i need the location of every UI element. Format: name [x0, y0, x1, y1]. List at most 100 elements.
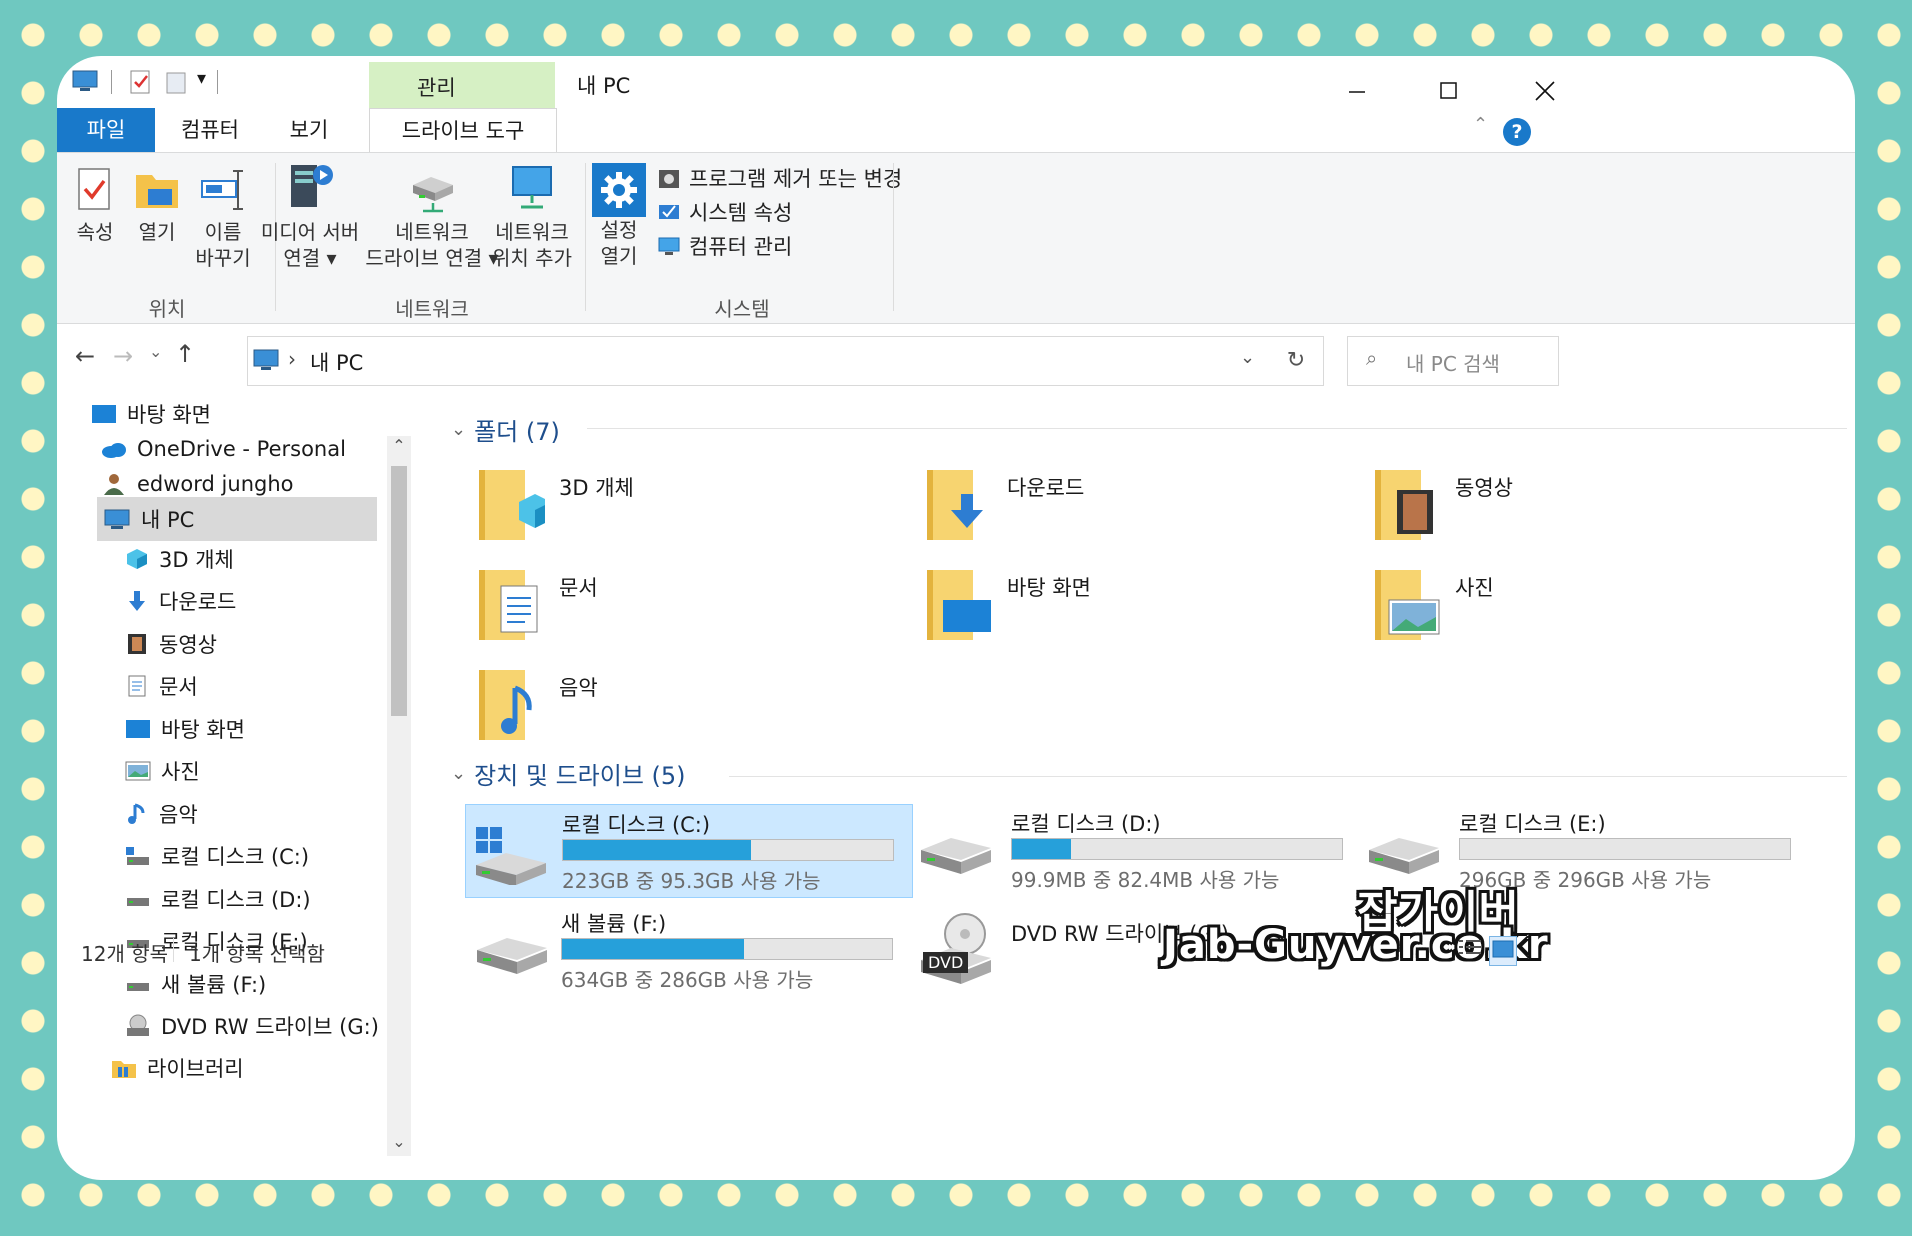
ribbon-system-properties-button[interactable]: 시스템 속성 [657, 197, 792, 227]
nav-item-desktop-pinned[interactable]: 바탕 화면 [91, 394, 391, 434]
status-item-count: 12개 항목 [81, 942, 169, 966]
nav-item-this-pc[interactable]: 내 PC [97, 497, 377, 541]
folder-3d-objects[interactable]: 3D 개체 [475, 464, 895, 554]
nav-item-drive-c[interactable]: 로컬 디스크 (C:) [125, 836, 425, 876]
drive-f-tile[interactable]: 새 볼륨 (F:) 634GB 중 286GB 사용 가능 [465, 904, 911, 996]
this-pc-address-icon [253, 349, 279, 370]
system-drive-icon [476, 827, 546, 885]
file-explorer-window: ▾ 관리 내 PC 파일 컴퓨터 보기 드라이브 도구 ⌃ ? 속성 열기 이름… [57, 56, 1855, 1180]
ribbon-open-settings-button[interactable]: 설정 열기 [589, 163, 649, 269]
drive-c-tile[interactable]: 로컬 디스크 (C:) 223GB 중 95.3GB 사용 가능 [465, 804, 913, 898]
tab-view[interactable]: 보기 [269, 108, 349, 152]
folder-music[interactable]: 음악 [475, 664, 895, 754]
collapse-ribbon-icon[interactable]: ⌃ [1473, 114, 1488, 135]
back-arrow-icon[interactable]: ← [75, 342, 95, 370]
drive-icon [127, 983, 149, 991]
onedrive-cloud-icon [102, 443, 126, 458]
drives-group-header[interactable]: ⌄ 장치 및 드라이브 (5) [451, 756, 686, 791]
minimize-button[interactable] [1317, 66, 1397, 116]
system-drive-icon [126, 847, 149, 865]
download-icon [129, 591, 145, 611]
nav-item-drive-d[interactable]: 로컬 디스크 (D:) [125, 879, 425, 919]
folder-documents[interactable]: 문서 [475, 564, 895, 654]
ribbon-properties-button[interactable]: 속성 [69, 167, 121, 245]
nav-item-dvd-g[interactable]: DVD RW 드라이브 (G:) [125, 1006, 425, 1046]
drive-d-tile[interactable]: 로컬 디스크 (D:) 99.9MB 중 82.4MB 사용 가능 [915, 804, 1361, 896]
maximize-button[interactable] [1409, 66, 1489, 116]
drive-e-usage-bar [1459, 838, 1791, 860]
breadcrumb[interactable]: 내 PC [310, 347, 363, 377]
details-view-icon[interactable] [1457, 936, 1483, 964]
folder-downloads[interactable]: 다운로드 [923, 464, 1343, 554]
nav-item-3d-objects[interactable]: 3D 개체 [125, 539, 425, 579]
maximize-icon [1440, 82, 1457, 99]
ribbon-media-server-button[interactable]: 미디어 서버 연결 ▾ [255, 159, 365, 271]
ribbon-rename-button[interactable]: 이름 바꾸기 [189, 167, 257, 271]
nav-item-videos[interactable]: 동영상 [125, 624, 425, 664]
downloads-folder-icon [927, 470, 983, 540]
nav-item-documents[interactable]: 문서 [125, 666, 425, 706]
scroll-down-icon[interactable]: ⌄ [387, 1132, 411, 1156]
close-button[interactable] [1505, 66, 1585, 116]
dvd-drive-icon [127, 1014, 149, 1036]
folders-collapse-icon: ⌄ [451, 419, 467, 440]
user-icon [104, 474, 124, 495]
ribbon-add-network-location-button[interactable]: 네트워크 위치 추가 [485, 159, 579, 271]
network-location-icon [512, 166, 552, 209]
desktop-icon [126, 720, 150, 738]
nav-item-downloads[interactable]: 다운로드 [125, 581, 425, 621]
refresh-button[interactable]: ↻ [1269, 336, 1324, 386]
forward-arrow-icon[interactable]: → [113, 342, 133, 370]
this-pc-small-icon [71, 68, 99, 98]
music-icon [128, 803, 145, 824]
nav-item-drive-f[interactable]: 새 볼륨 (F:) [125, 964, 425, 1004]
nav-item-libraries[interactable]: 라이브러리 [111, 1048, 411, 1088]
desktop-folder-icon [927, 570, 991, 640]
system-properties-icon [659, 205, 679, 219]
drive-icon [477, 938, 547, 974]
3d-objects-icon [127, 549, 147, 569]
new-folder-qa-icon[interactable] [165, 68, 189, 100]
nav-item-music[interactable]: 음악 [125, 794, 425, 834]
nav-item-onedrive[interactable]: OneDrive - Personal [101, 429, 401, 469]
search-box[interactable]: ⌕ 내 PC 검색 [1347, 336, 1559, 386]
ribbon-open-button[interactable]: 열기 [131, 167, 183, 245]
ribbon-computer-management-button[interactable]: 컴퓨터 관리 [657, 231, 792, 261]
ribbon-uninstall-program-button[interactable]: 프로그램 제거 또는 변경 [657, 163, 902, 193]
nav-item-pictures[interactable]: 사진 [125, 751, 425, 791]
large-icons-view-icon[interactable] [1489, 936, 1517, 966]
window-title: 내 PC [577, 74, 631, 98]
address-bar[interactable]: › 내 PC ⌄ [247, 336, 1271, 386]
customize-qa-dropdown-icon[interactable]: ▾ [197, 68, 206, 89]
up-arrow-icon[interactable]: ↑ [175, 340, 195, 368]
folder-desktop[interactable]: 바탕 화면 [923, 564, 1343, 654]
dvd-badge: DVD [923, 952, 969, 973]
tab-file[interactable]: 파일 [57, 108, 155, 152]
nav-scroll-thumb[interactable] [391, 466, 407, 716]
folders-group-header[interactable]: ⌄ 폴더 (7) [451, 412, 560, 447]
scroll-up-icon[interactable]: ⌃ [387, 436, 411, 460]
help-icon[interactable]: ? [1503, 118, 1531, 146]
minimize-icon [1349, 91, 1365, 93]
drive-f-usage-bar [561, 938, 893, 960]
folder-pictures[interactable]: 사진 [1371, 564, 1791, 654]
nav-item-desktop[interactable]: 바탕 화면 [125, 709, 425, 749]
refresh-icon: ↻ [1286, 348, 1306, 373]
media-server-icon [291, 165, 333, 207]
library-icon [112, 1061, 136, 1078]
search-icon: ⌕ [1366, 346, 1378, 370]
properties-qa-icon[interactable] [129, 68, 153, 100]
address-dropdown-icon[interactable]: ⌄ [1240, 347, 1255, 368]
rename-icon [201, 170, 243, 210]
tab-computer[interactable]: 컴퓨터 [155, 108, 265, 152]
uninstall-program-icon [659, 170, 679, 188]
pictures-icon [125, 761, 151, 781]
search-placeholder: 내 PC 검색 [1406, 352, 1500, 376]
tab-drive-tools[interactable]: 드라이브 도구 [369, 108, 557, 153]
videos-icon [128, 634, 146, 654]
nav-scrollbar[interactable]: ⌃ ⌄ [387, 436, 411, 1156]
computer-management-icon [658, 237, 680, 255]
folder-videos[interactable]: 동영상 [1371, 464, 1791, 554]
desktop-icon [92, 405, 116, 423]
recent-locations-icon[interactable]: ⌄ [149, 342, 162, 361]
